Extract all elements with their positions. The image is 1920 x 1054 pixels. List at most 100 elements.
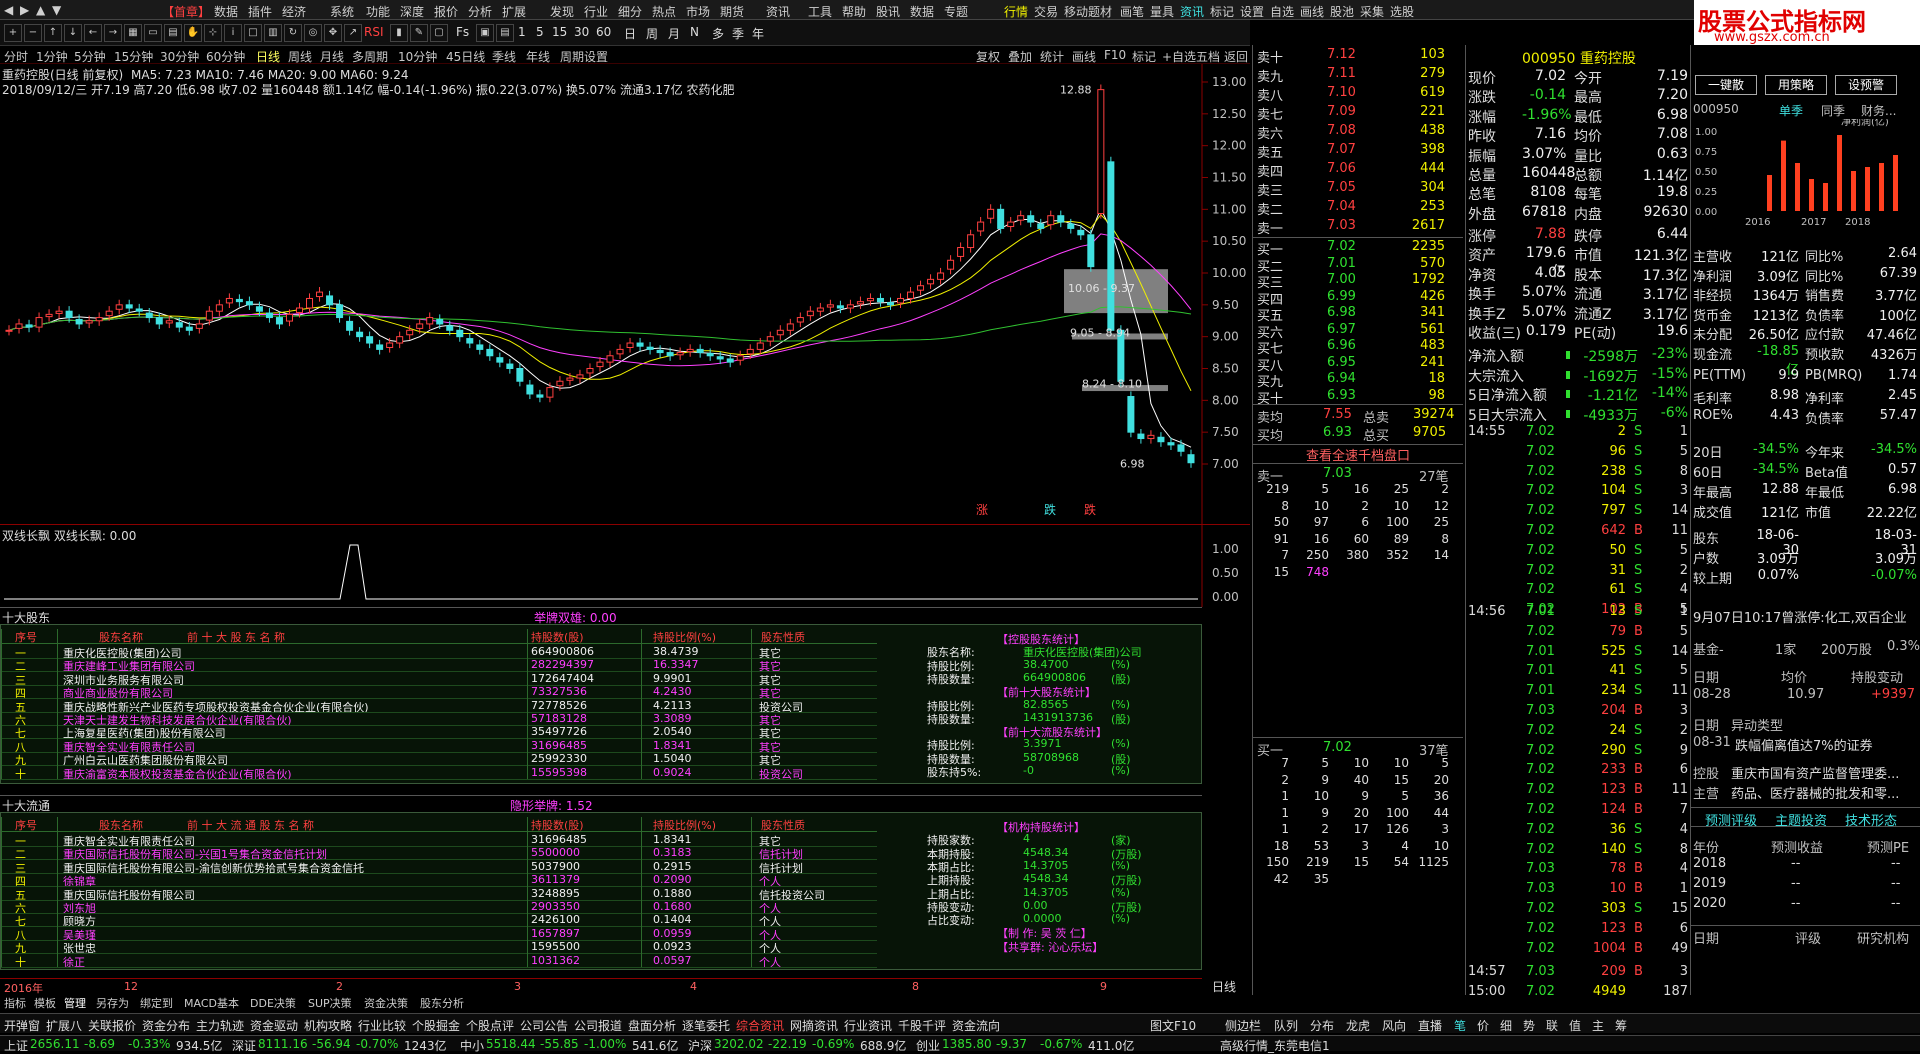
- tab-period-13[interactable]: 年线: [526, 48, 550, 65]
- bars-icon[interactable]: ▮: [390, 24, 408, 42]
- func-right-tab[interactable]: 筹: [1615, 1017, 1627, 1034]
- tab-right-2[interactable]: 统计: [1040, 48, 1064, 65]
- func-tab[interactable]: 行业比较: [358, 1017, 406, 1034]
- btab-4[interactable]: 绑定到: [140, 995, 173, 1011]
- right-period-selector[interactable]: 日线: [1212, 978, 1236, 995]
- func-right-tab[interactable]: 队列: [1274, 1017, 1298, 1034]
- tab-period-6[interactable]: 日线: [256, 48, 280, 65]
- func-tab[interactable]: 关联报价: [88, 1017, 136, 1034]
- up-arrow-icon[interactable]: ↑: [44, 24, 62, 42]
- btab-6[interactable]: DDE决策: [250, 995, 296, 1011]
- nav-down-icon[interactable]: ▼: [52, 3, 61, 17]
- window-icon[interactable]: ▭: [144, 24, 162, 42]
- btab-0[interactable]: 指标: [4, 995, 26, 1011]
- func-right-tab[interactable]: 势: [1523, 1017, 1535, 1034]
- func-right-tab[interactable]: 主: [1592, 1017, 1604, 1034]
- tab-period-10[interactable]: 10分钟: [398, 48, 437, 65]
- btab-2[interactable]: 管理: [64, 995, 86, 1011]
- fin-tab-1[interactable]: 同季: [1821, 102, 1845, 119]
- menu-right-4[interactable]: 数据: [910, 3, 934, 20]
- link-theme[interactable]: 主题投资: [1775, 810, 1827, 829]
- btab-3[interactable]: 另存为: [96, 995, 129, 1011]
- func-tab[interactable]: 网摘资讯: [790, 1017, 838, 1034]
- btab-7[interactable]: SUP决策: [308, 995, 352, 1011]
- menu-mid-12[interactable]: 选股: [1390, 3, 1414, 20]
- tab-period-4[interactable]: 30分钟: [160, 48, 199, 65]
- menu-item-2[interactable]: 细分: [618, 3, 642, 20]
- func-tab[interactable]: 资金驱动: [250, 1017, 298, 1034]
- btab-8[interactable]: 资金决策: [364, 995, 408, 1011]
- period-day[interactable]: 日: [624, 25, 636, 42]
- func-tab[interactable]: 盘面分析: [628, 1017, 676, 1034]
- func-right-tab[interactable]: 分布: [1310, 1017, 1334, 1034]
- menu-highlight[interactable]: 【首章】: [162, 3, 210, 20]
- menu-left-4[interactable]: 分析: [468, 3, 492, 20]
- tab-right-4[interactable]: F10: [1104, 48, 1126, 62]
- right-arrow-icon[interactable]: →: [104, 24, 122, 42]
- period-year[interactable]: 年: [752, 25, 764, 42]
- menu-mid-3[interactable]: 画笔: [1120, 3, 1144, 20]
- func-tab[interactable]: 资金流向: [952, 1017, 1000, 1034]
- menu-right-2[interactable]: 帮助: [842, 3, 866, 20]
- func-tab[interactable]: 综合资讯: [736, 1017, 784, 1034]
- cursor-icon[interactable]: ⊹: [204, 24, 222, 42]
- nav-up-icon[interactable]: ▲: [36, 3, 45, 17]
- func-tab[interactable]: 机构攻略: [304, 1017, 352, 1034]
- menu-mid-1[interactable]: 交易: [1034, 3, 1058, 20]
- menu-left-2[interactable]: 深度: [400, 3, 424, 20]
- layout-icon[interactable]: ▤: [164, 24, 182, 42]
- nav-forward-icon[interactable]: ▶: [20, 3, 29, 17]
- fin-tab-0[interactable]: 单季: [1779, 102, 1803, 119]
- tab-period-3[interactable]: 15分钟: [114, 48, 153, 65]
- period-5[interactable]: 5: [536, 25, 544, 39]
- func-tab[interactable]: 公司报道: [574, 1017, 622, 1034]
- nav-back-icon[interactable]: ◀: [4, 3, 13, 17]
- period-15[interactable]: 15: [552, 25, 567, 39]
- btab-9[interactable]: 股东分析: [420, 995, 464, 1011]
- square-icon[interactable]: □: [244, 24, 262, 42]
- menu-mid-9[interactable]: 画线: [1300, 3, 1324, 20]
- trend-icon[interactable]: ↗: [344, 24, 362, 42]
- btab-5[interactable]: MACD基本: [184, 995, 239, 1011]
- tab-period-11[interactable]: 45日线: [446, 48, 485, 65]
- pencil-icon[interactable]: ✎: [410, 24, 428, 42]
- period-week[interactable]: 周: [646, 25, 658, 42]
- tab-right-6[interactable]: +自选: [1162, 48, 1196, 65]
- func-right-tab[interactable]: 风向: [1382, 1017, 1406, 1034]
- left-arrow-icon[interactable]: ←: [84, 24, 102, 42]
- action-button[interactable]: 一键散: [1695, 75, 1757, 95]
- tab-period-0[interactable]: 分时: [4, 48, 28, 65]
- func-tab[interactable]: 个股掘金: [412, 1017, 460, 1034]
- menu-left-5[interactable]: 扩展: [502, 3, 526, 20]
- menu-left-1[interactable]: 功能: [366, 3, 390, 20]
- func-right-tab[interactable]: 细: [1500, 1017, 1512, 1034]
- fs-button[interactable]: Fs: [456, 25, 469, 39]
- tab-period-14[interactable]: 周期设置: [560, 48, 608, 65]
- action-button[interactable]: 用策略: [1765, 75, 1827, 95]
- func-right-tab[interactable]: 龙虎: [1346, 1017, 1370, 1034]
- menu-item-4[interactable]: 市场: [686, 3, 710, 20]
- menu-extra-0[interactable]: 数据: [214, 3, 238, 20]
- tab-period-7[interactable]: 周线: [288, 48, 312, 65]
- rsi-button[interactable]: RSI: [364, 25, 384, 39]
- tab-right-7[interactable]: 五档: [1196, 48, 1220, 65]
- func-right-tab[interactable]: 直播: [1418, 1017, 1442, 1034]
- func-tab[interactable]: 扩展八: [46, 1017, 82, 1034]
- tab-period-12[interactable]: 季线: [492, 48, 516, 65]
- period-30[interactable]: 30: [574, 25, 589, 39]
- menu-right-1[interactable]: 工具: [808, 3, 832, 20]
- menu-mid-5[interactable]: 资讯: [1180, 3, 1204, 20]
- down-arrow-icon[interactable]: ↓: [64, 24, 82, 42]
- func-right-tab[interactable]: 联: [1546, 1017, 1558, 1034]
- menu-item-5[interactable]: 期货: [720, 3, 744, 20]
- func-right-tab[interactable]: 价: [1477, 1017, 1489, 1034]
- period-1[interactable]: 1: [518, 25, 526, 39]
- refresh-icon[interactable]: ↻: [284, 24, 302, 42]
- chart-icon[interactable]: ▥: [264, 24, 282, 42]
- tab-period-1[interactable]: 1分钟: [36, 48, 68, 65]
- period-n[interactable]: N: [690, 25, 699, 39]
- menu-mid-2[interactable]: 移动题材: [1064, 3, 1112, 20]
- menu-left-0[interactable]: 系统: [330, 3, 354, 20]
- link-forecast[interactable]: 预测评级: [1705, 810, 1757, 829]
- menu-right-5[interactable]: 专题: [944, 3, 968, 20]
